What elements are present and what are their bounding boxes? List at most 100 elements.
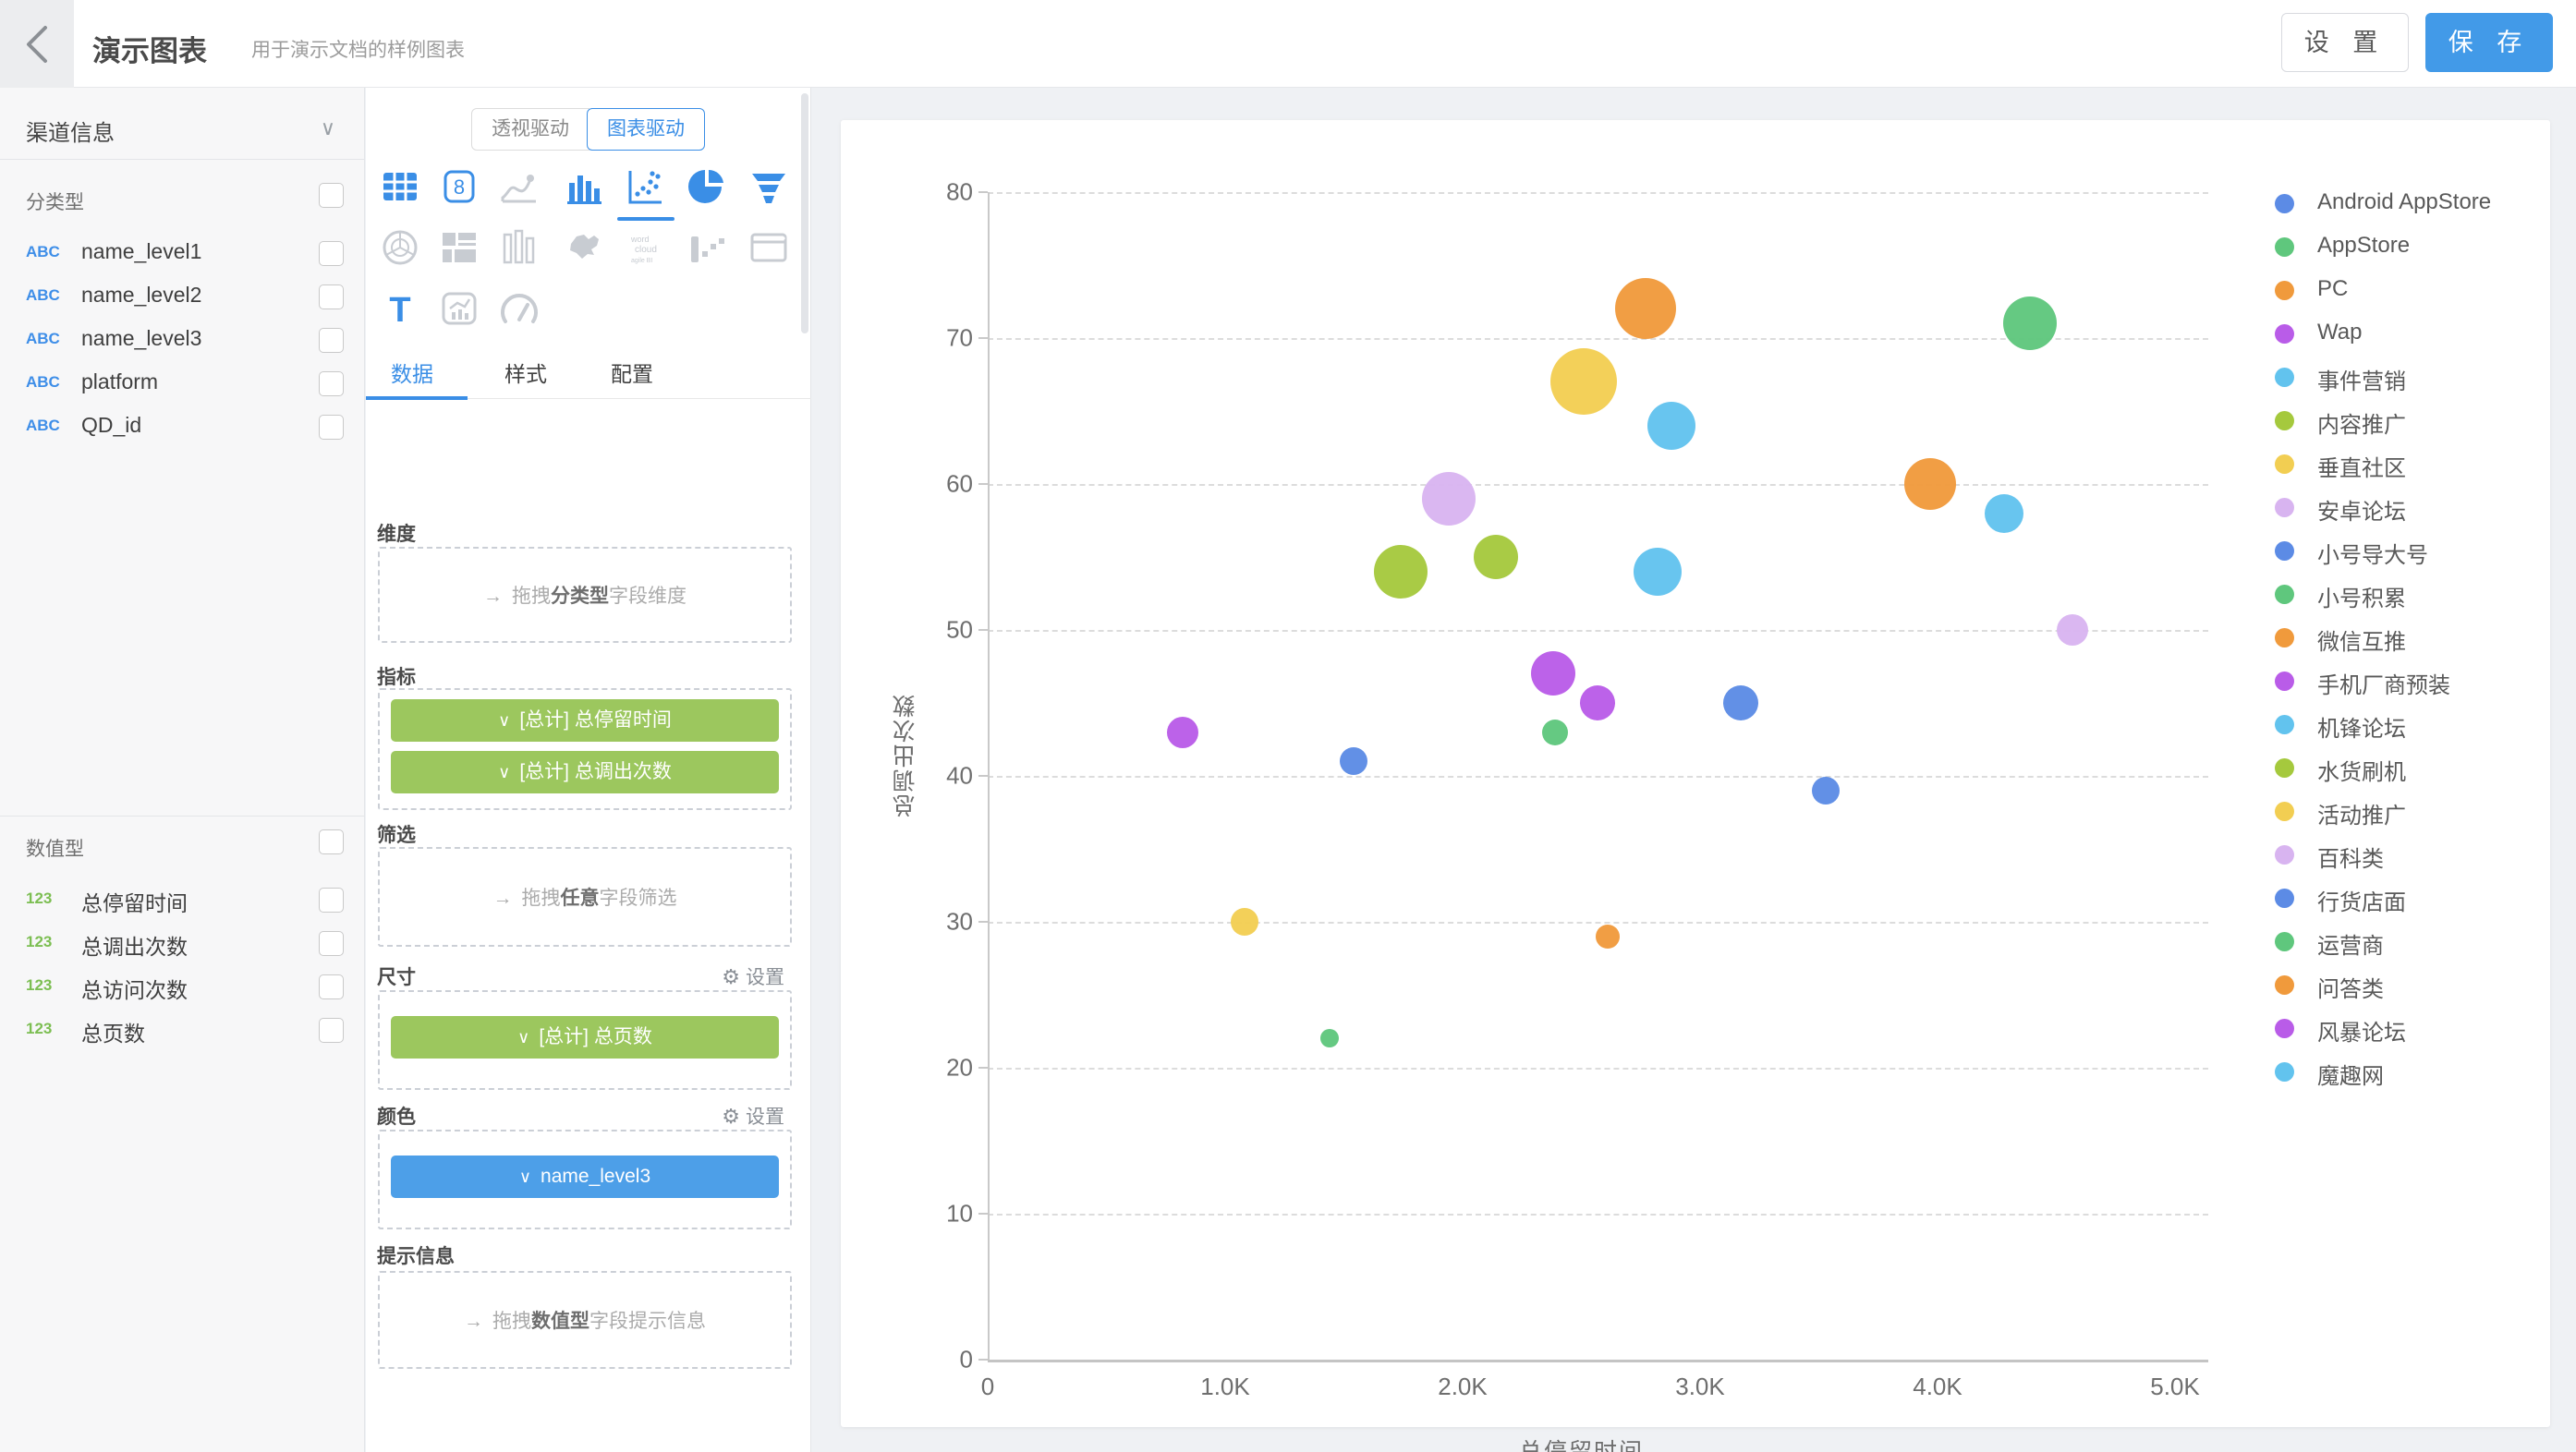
legend-label: 行货店面 [2317, 884, 2406, 916]
app-window: 演示图表 用于演示文档的样例图表 设 置 保 存 渠道信息 ∨ 分类型 ABCn… [0, 0, 2576, 1452]
metric-pill-2[interactable]: ∨[总计] 总调出次数 [391, 751, 779, 793]
field-checkbox[interactable] [319, 888, 344, 913]
bubble-point[interactable] [1580, 685, 1615, 720]
field-row-numeric[interactable]: 123总停留时间 [0, 880, 365, 923]
categorical-select-all-checkbox[interactable] [319, 183, 344, 208]
active-tab-underline [366, 396, 468, 400]
color-settings-button[interactable]: ⚙设置 [722, 1102, 784, 1130]
bubble-point[interactable] [1596, 925, 1620, 949]
size-pill[interactable]: ∨[总计] 总页数 [391, 1016, 779, 1059]
metric-pill-1[interactable]: ∨[总计] 总停留时间 [391, 699, 779, 742]
field-row-numeric[interactable]: 123总调出次数 [0, 924, 365, 966]
radar-chart-icon[interactable] [378, 225, 422, 270]
field-row-categorical[interactable]: ABCQD_id [0, 407, 365, 450]
bar-chart-icon[interactable] [562, 164, 606, 209]
rank-bar-icon[interactable] [685, 225, 729, 270]
field-checkbox[interactable] [319, 974, 344, 999]
text-icon[interactable]: T [378, 286, 422, 331]
field-row-categorical[interactable]: ABCname_level3 [0, 321, 365, 363]
size-settings-button[interactable]: ⚙设置 [722, 962, 784, 990]
legend-label: 活动推广 [2317, 797, 2406, 829]
legend-dot-icon [2275, 715, 2294, 734]
bubble-point[interactable] [1474, 535, 1518, 579]
indicator-board-icon[interactable] [437, 286, 481, 331]
china-map-icon[interactable] [562, 225, 606, 270]
bubble-point[interactable] [1542, 720, 1568, 745]
field-checkbox[interactable] [319, 328, 344, 353]
y-tick-label: 10 [917, 1200, 973, 1228]
legend-label: 百科类 [2317, 841, 2384, 873]
gridline-y-20 [988, 1068, 2208, 1070]
legend-dot-icon [2275, 585, 2294, 604]
field-row-categorical[interactable]: ABCname_level1 [0, 234, 365, 276]
field-checkbox[interactable] [319, 415, 344, 440]
scatter-chart-icon[interactable] [622, 164, 666, 209]
dimension-dropzone[interactable]: →拖拽分类型字段维度 [378, 547, 792, 643]
histogram-icon[interactable] [497, 225, 541, 270]
back-button[interactable] [0, 0, 74, 88]
text-type-icon: ABC [26, 330, 60, 348]
pivot-mode-button[interactable]: 透视驱动 [471, 108, 589, 151]
field-row-numeric[interactable]: 123总访问次数 [0, 967, 365, 1010]
bubble-point[interactable] [1634, 548, 1682, 596]
numeric-select-all-checkbox[interactable] [319, 829, 344, 854]
field-row-categorical[interactable]: ABCplatform [0, 364, 365, 406]
filter-dropzone[interactable]: →拖拽任意字段筛选 [378, 847, 792, 947]
tooltip-drop-hint: →拖拽数值型字段提示信息 [464, 1306, 706, 1334]
field-checkbox[interactable] [319, 931, 344, 956]
legend-dot-icon [2275, 845, 2294, 865]
iframe-window-icon[interactable] [747, 225, 791, 270]
bubble-point[interactable] [1231, 908, 1258, 936]
bubble-point[interactable] [1531, 651, 1575, 696]
field-row-numeric[interactable]: 123总页数 [0, 1010, 365, 1053]
table-icon[interactable] [378, 164, 422, 209]
chevron-down-icon: ∨ [519, 1168, 531, 1186]
bubble-point[interactable] [1904, 458, 1956, 510]
settings-button[interactable]: 设 置 [2281, 13, 2409, 72]
bubble-point[interactable] [1422, 472, 1476, 526]
legend-dot-icon [2275, 454, 2294, 474]
field-checkbox[interactable] [319, 371, 344, 396]
field-checkbox[interactable] [319, 241, 344, 266]
field-checkbox[interactable] [319, 1018, 344, 1043]
field-name: platform [81, 369, 158, 394]
bubble-point[interactable] [1615, 278, 1676, 339]
bubble-point[interactable] [1374, 545, 1428, 599]
dataset-selector[interactable]: 渠道信息 ∨ [0, 102, 365, 157]
bubble-point[interactable] [1647, 402, 1695, 450]
word-cloud-icon[interactable]: wordcloudagile BI [622, 225, 666, 270]
color-pill[interactable]: ∨name_level3 [391, 1156, 779, 1198]
treemap-icon[interactable] [437, 225, 481, 270]
dimension-shelf-label: 维度 [377, 519, 416, 547]
tooltip-dropzone[interactable]: →拖拽数值型字段提示信息 [378, 1271, 792, 1369]
legend-label: 微信互推 [2317, 623, 2406, 656]
field-checkbox[interactable] [319, 284, 344, 309]
line-chart-icon[interactable] [497, 164, 541, 209]
tab-config[interactable]: 配置 [611, 357, 653, 388]
tab-data[interactable]: 数据 [391, 357, 433, 388]
save-button[interactable]: 保 存 [2425, 13, 2553, 72]
legend-label: Android AppStore [2317, 189, 2491, 215]
bubble-point[interactable] [1340, 747, 1367, 775]
bubble-point[interactable] [1167, 717, 1198, 748]
kpi-card-icon[interactable]: 8 [437, 164, 481, 209]
chart-mode-button[interactable]: 图表驱动 [587, 108, 705, 151]
funnel-chart-icon[interactable] [747, 164, 791, 209]
legend-dot-icon [2275, 237, 2294, 257]
bubble-point[interactable] [1550, 348, 1617, 415]
bubble-point[interactable] [1723, 685, 1758, 720]
bubble-point[interactable] [2003, 296, 2057, 350]
svg-text:word: word [630, 235, 650, 244]
arrow-right-icon: → [464, 1311, 483, 1332]
pie-chart-icon[interactable] [685, 164, 729, 209]
y-tick-mark [978, 191, 988, 193]
bubble-point[interactable] [1985, 494, 2023, 533]
tab-style[interactable]: 样式 [504, 357, 547, 388]
bubble-point[interactable] [1320, 1029, 1339, 1047]
x-tick-label: 0 [981, 1373, 994, 1401]
y-axis-line [988, 192, 990, 1360]
bubble-point[interactable] [1812, 777, 1840, 805]
field-row-categorical[interactable]: ABCname_level2 [0, 277, 365, 320]
gauge-icon[interactable] [497, 286, 541, 331]
bubble-point[interactable] [2057, 614, 2088, 646]
